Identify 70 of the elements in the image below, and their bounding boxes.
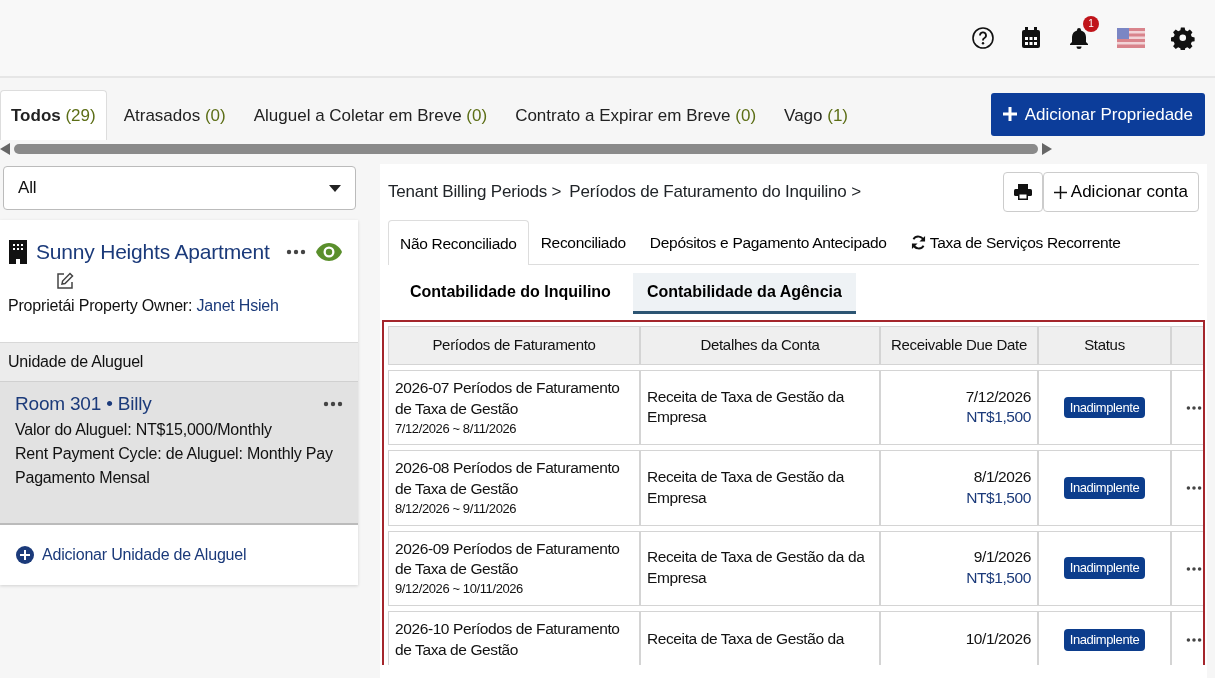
- building-icon: [8, 239, 28, 264]
- print-button[interactable]: [1002, 172, 1043, 212]
- billing-period-dates: 9/12/2026 ~ 10/11/2026: [395, 580, 524, 598]
- plus-icon: [1053, 185, 1067, 199]
- eye-icon[interactable]: [316, 242, 342, 261]
- amount: NT$1,500: [965, 568, 1031, 589]
- amount: NT$1,500: [965, 407, 1031, 428]
- breadcrumb-link[interactable]: Tenant Billing Periods >: [388, 179, 562, 205]
- scrollbar-thumb[interactable]: [14, 144, 1038, 154]
- plus-icon: [1002, 107, 1017, 122]
- scroll-left-arrow-icon[interactable]: [0, 143, 10, 155]
- status-label: Inadimplente: [1063, 629, 1146, 651]
- amount: NT$1,500: [965, 487, 1031, 508]
- billing-tab[interactable]: Não Reconciliado: [388, 220, 529, 266]
- rental-unit-item[interactable]: Room 301 • Billy Valor do Aluguel: NT$15,000/Monthly Rent Payment Cycle: de Aluguel: Monthly Pay Pagamento Mensal: [0, 381, 358, 525]
- due-date: 9/1/2026: [972, 547, 1031, 568]
- property-name-link[interactable]: Sunny Heights Apartment: [36, 236, 270, 268]
- unit-detail: Valor do Aluguel: NT$15,000/Monthly: [15, 420, 273, 440]
- notification-count: 1: [1083, 16, 1099, 32]
- help-icon[interactable]: [971, 26, 995, 50]
- status-label: Inadimplente: [1063, 557, 1146, 579]
- billing-period-title: 2026-09 Períodos de Faturamento de Taxa de Gestão: [395, 538, 621, 580]
- ledger-tab[interactable]: Contabilidade do Inquilino: [396, 273, 625, 315]
- status-label: Inadimplente: [1063, 396, 1146, 419]
- add-property-button[interactable]: Adicionar Propriedade: [990, 92, 1205, 136]
- breadcrumb-link[interactable]: Períodos de Faturamento do Inquilino >: [569, 179, 861, 205]
- billing-period-title: 2026-10 Períodos de Faturamento de Taxa de Gestão: [395, 618, 621, 660]
- billing-period-title: 2026-07 Períodos de Faturamento de Taxa de Gestão: [395, 377, 621, 419]
- refresh-icon: [910, 235, 926, 251]
- ledger-tab[interactable]: Contabilidade da Agência: [632, 273, 856, 315]
- notification-bell-icon[interactable]: [1067, 26, 1091, 50]
- filter-tab[interactable]: Aluguel a Coletar em Breve (0): [242, 89, 499, 140]
- filter-tab[interactable]: Vago (1): [773, 89, 859, 140]
- billing-period-dates: 8/12/2026 ~ 9/11/2026: [395, 500, 518, 518]
- column-header: Receivable Due Date: [880, 326, 1038, 365]
- column-header: Status: [1038, 326, 1171, 365]
- filter-tab[interactable]: Atrasados (0): [112, 89, 237, 140]
- billing-period-title: 2026-08 Períodos de Faturamento de Taxa de Gestão: [395, 458, 621, 500]
- billing-tab[interactable]: Reconciliado: [528, 220, 638, 265]
- printer-icon: [1013, 184, 1032, 200]
- filter-tab[interactable]: Todos (29): [0, 89, 107, 140]
- billing-tab[interactable]: Depósitos e Pagamento Antecipado: [637, 220, 899, 265]
- unit-detail: Pagamento Mensal: [15, 468, 151, 488]
- table-cell: Receita de Taxa de Gestão da da Empresa: [640, 530, 880, 606]
- column-header: [1171, 326, 1203, 365]
- plus-circle-icon: [16, 545, 34, 564]
- billing-period-dates: 7/12/2026 ~ 8/11/2026: [395, 419, 518, 438]
- add-account-button[interactable]: Adicionar conta: [1042, 172, 1199, 212]
- due-date: 8/1/2026: [972, 466, 1031, 487]
- status-label: Inadimplente: [1063, 477, 1146, 499]
- table-cell: Receita de Taxa de Gestão da: [640, 610, 880, 666]
- caret-down-icon: [329, 184, 341, 192]
- due-date: 10/1/2026: [964, 629, 1031, 650]
- table-cell: Receita de Taxa de Gestão da Empresa: [640, 450, 880, 526]
- table-cell: Receita de Taxa de Gestão da Empresa: [640, 369, 880, 446]
- edit-icon[interactable]: [56, 271, 74, 290]
- scroll-right-arrow-icon[interactable]: [1042, 143, 1052, 155]
- add-unit-link[interactable]: Adicionar Unidade de Aluguel: [0, 524, 358, 585]
- settings-icon[interactable]: [1171, 26, 1195, 50]
- filter-tab[interactable]: Contrato a Expirar em Breve (0): [504, 89, 768, 140]
- filter-dropdown[interactable]: All: [3, 166, 356, 210]
- section-heading: Unidade de Aluguel: [8, 352, 144, 370]
- calendar-icon[interactable]: [1021, 27, 1041, 49]
- unit-detail: Rent Payment Cycle: de Aluguel: Monthly Pay: [15, 444, 334, 464]
- due-date: 7/12/2026: [964, 386, 1031, 407]
- billing-tab[interactable]: Taxa de Serviços Recorrente: [898, 220, 1133, 265]
- unit-title-link[interactable]: Room 301 • Billy: [15, 389, 152, 418]
- property-owner: Proprietái Property Owner: Janet Hsieh: [8, 295, 280, 316]
- column-header: Detalhes da Conta: [640, 326, 880, 365]
- column-header: Períodos de Faturamento: [388, 326, 640, 365]
